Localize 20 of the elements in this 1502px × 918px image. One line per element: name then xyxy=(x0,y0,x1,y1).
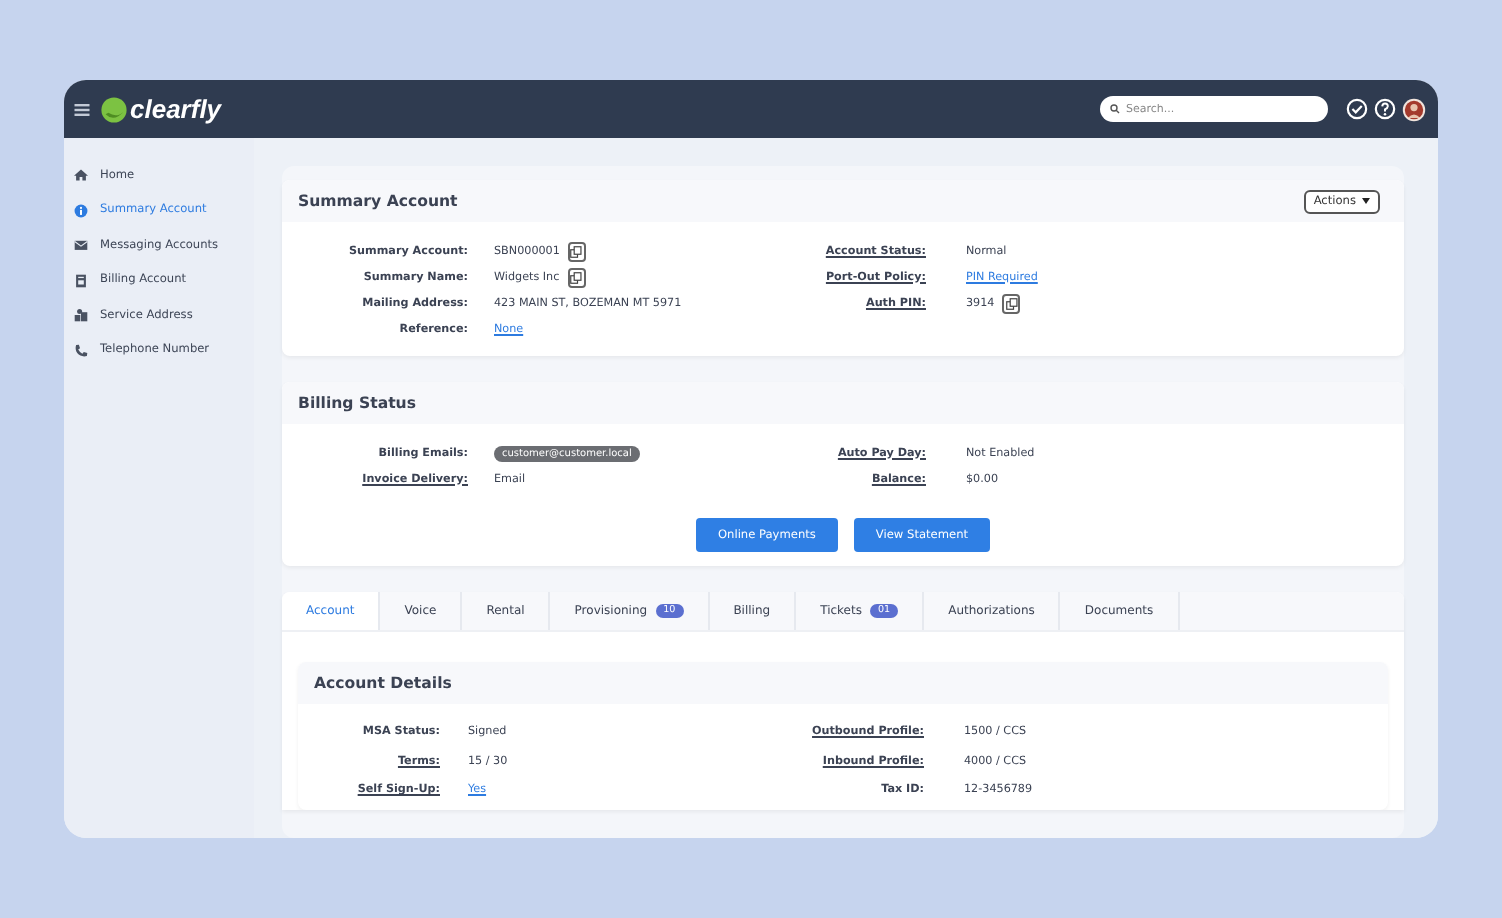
home-icon xyxy=(74,168,88,183)
envelope-icon xyxy=(74,238,88,253)
menu-icon[interactable] xyxy=(74,103,90,115)
check-circle-icon[interactable] xyxy=(1346,98,1368,120)
avatar[interactable] xyxy=(1402,97,1426,121)
logo-icon xyxy=(100,95,128,123)
copy-button[interactable] xyxy=(567,267,586,287)
phone-icon xyxy=(74,343,88,358)
copy-icon xyxy=(570,245,583,257)
info-icon xyxy=(74,203,88,218)
help-icon[interactable] xyxy=(1374,98,1396,120)
document-icon xyxy=(74,273,88,288)
buildings-icon xyxy=(74,308,88,323)
search-icon xyxy=(1110,104,1120,114)
caret-icon xyxy=(1362,198,1370,204)
copy-button[interactable] xyxy=(567,241,586,261)
copy-icon xyxy=(1005,297,1018,309)
copy-button[interactable] xyxy=(1002,293,1021,313)
copy-icon xyxy=(570,271,583,283)
logo: clearfly xyxy=(130,94,222,124)
